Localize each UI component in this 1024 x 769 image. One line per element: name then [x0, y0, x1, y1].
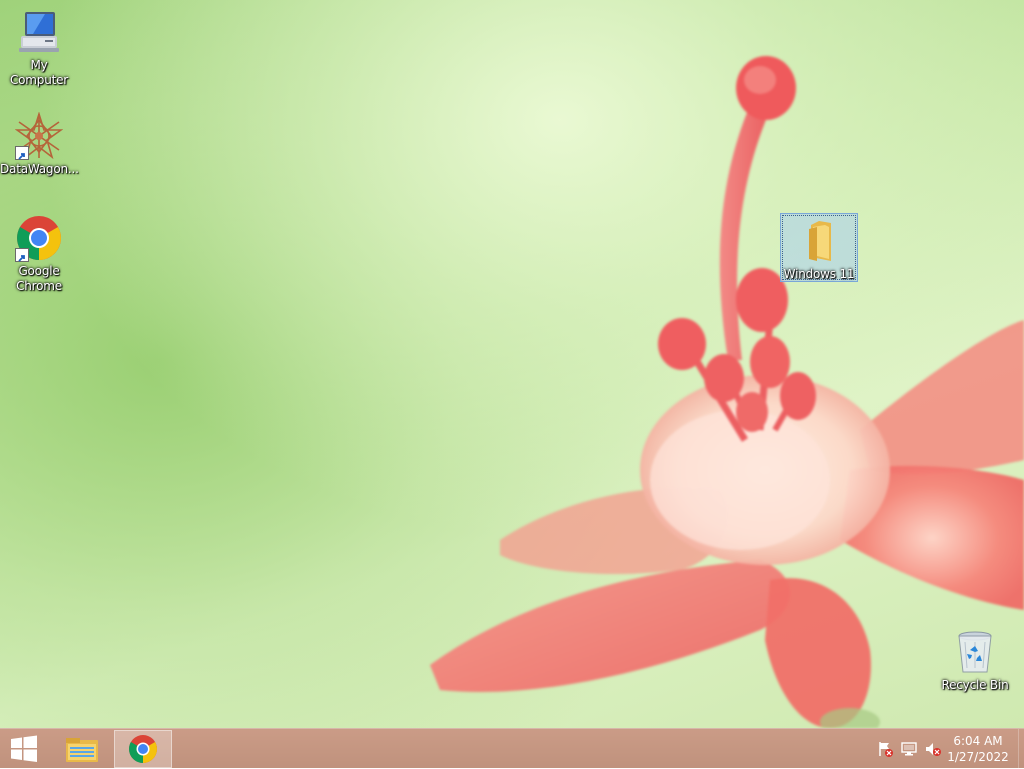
- network-icon[interactable]: [900, 740, 918, 758]
- system-tray: 6:04 AM 1/27/2022: [864, 729, 1024, 769]
- desktop-icon-recycle-bin[interactable]: Recycle Bin: [936, 628, 1014, 693]
- chrome-icon: [15, 214, 63, 262]
- recycle-bin-icon: [951, 628, 999, 676]
- desktop-icon-label: Recycle Bin: [941, 678, 1009, 692]
- computer-icon: [15, 8, 63, 56]
- desktop-icon-label: DataWagon...: [0, 162, 79, 176]
- desktop-icon-label: Windows 11: [783, 267, 855, 281]
- file-explorer-taskbar-button[interactable]: [56, 730, 108, 768]
- start-button[interactable]: [0, 730, 48, 768]
- wallpaper-flower: [430, 56, 1024, 728]
- desktop-icon-google-chrome[interactable]: Google Chrome: [0, 214, 78, 294]
- desktop-icon-windows-11-folder[interactable]: Windows 11: [780, 213, 858, 282]
- show-desktop-button[interactable]: [1018, 729, 1024, 769]
- action-center-flag-icon[interactable]: [876, 740, 894, 758]
- desktop-icon-datawagon[interactable]: DataWagon...: [0, 111, 79, 177]
- windows-logo-icon: [11, 735, 37, 762]
- desktop[interactable]: My Computer DataWagon... Google Chrome W…: [0, 0, 1024, 728]
- chrome-taskbar-button[interactable]: [114, 730, 172, 768]
- desktop-icon-label: Google Chrome: [16, 264, 62, 293]
- taskbar-clock[interactable]: 6:04 AM 1/27/2022: [946, 733, 1010, 765]
- taskbar: 6:04 AM 1/27/2022: [0, 728, 1024, 769]
- datawagon-app-icon: [14, 111, 64, 160]
- folder-icon: [795, 217, 843, 265]
- file-explorer-icon: [66, 738, 98, 762]
- clock-date: 1/27/2022: [947, 750, 1009, 764]
- desktop-icon-label: My Computer: [9, 58, 69, 87]
- desktop-icon-my-computer[interactable]: My Computer: [0, 8, 78, 88]
- chrome-icon: [129, 735, 157, 763]
- clock-time: 6:04 AM: [953, 734, 1003, 748]
- volume-muted-icon[interactable]: [924, 740, 942, 758]
- shortcut-arrow-icon: [15, 248, 29, 262]
- shortcut-arrow-icon: [15, 146, 29, 160]
